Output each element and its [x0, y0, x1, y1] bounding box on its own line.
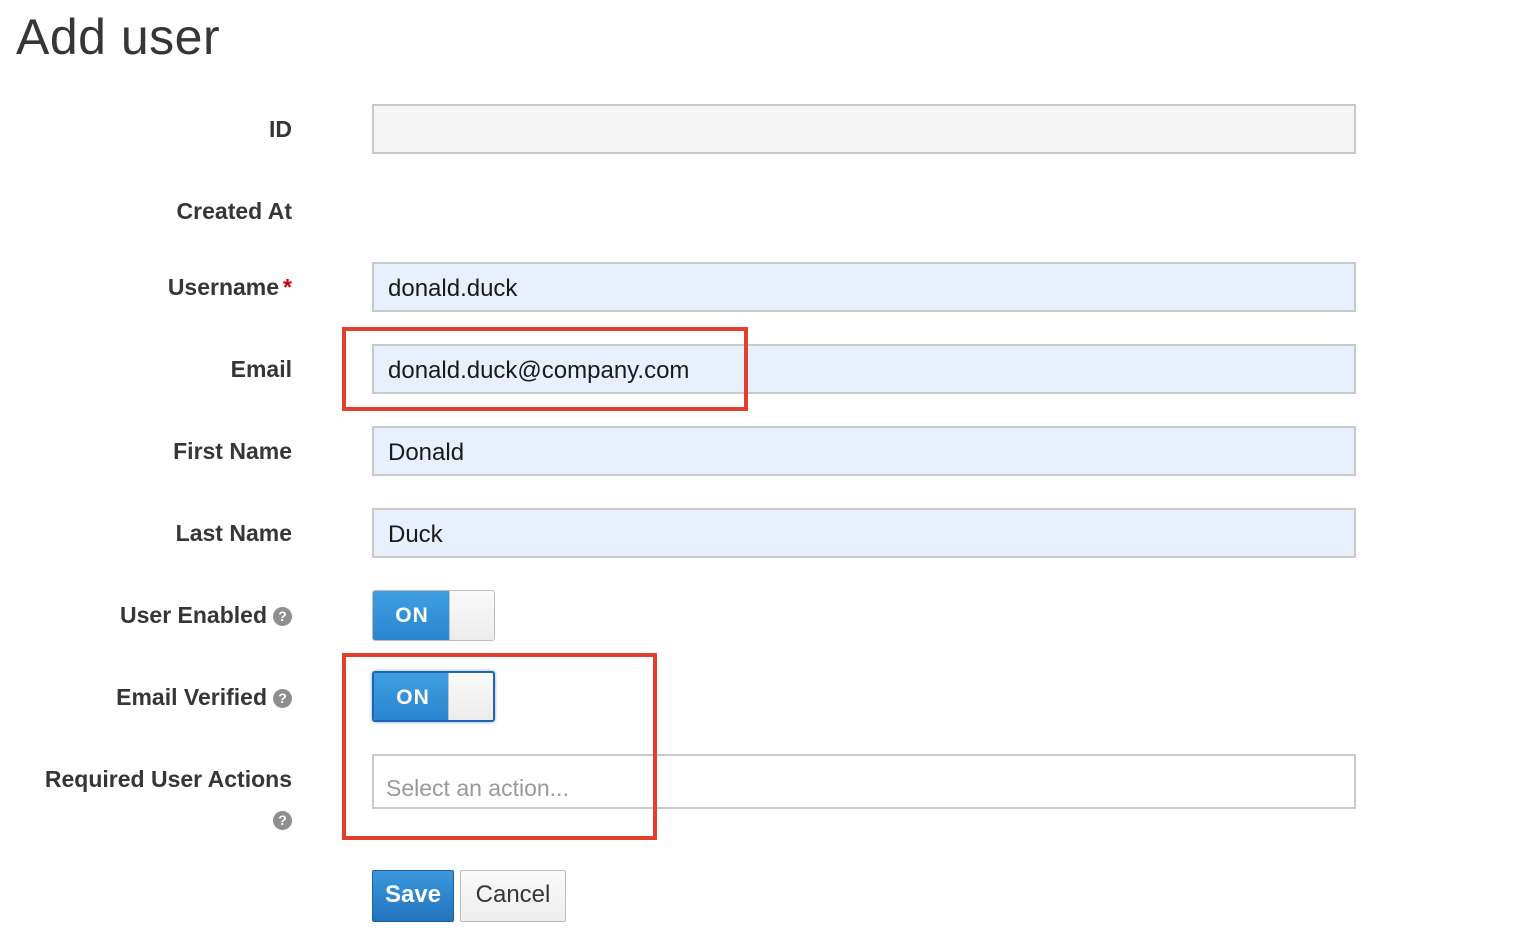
user-enabled-label-text: User Enabled — [120, 602, 267, 628]
first-name-input[interactable]: Donald — [372, 426, 1356, 476]
id-field — [372, 104, 1356, 154]
required-actions-label: Required User Actions — [44, 766, 292, 792]
verified-actions-highlight-box — [342, 653, 657, 840]
email-highlight-box — [342, 327, 748, 411]
created-at-label: Created At — [176, 198, 292, 224]
page-title: Add user — [16, 9, 221, 65]
toggle-knob — [449, 591, 494, 640]
add-user-page: Add user ID Created At Username * donald.… — [0, 0, 1530, 948]
question-circle-icon[interactable]: ? — [273, 607, 292, 626]
required-asterisk: * — [283, 274, 292, 300]
username-input[interactable]: donald.duck — [372, 262, 1356, 312]
toggle-on-label: ON — [373, 591, 451, 640]
user-enabled-toggle[interactable]: ON — [372, 590, 495, 641]
cancel-button[interactable]: Cancel — [460, 870, 566, 922]
user-enabled-label: User Enabled? — [120, 602, 292, 629]
last-name-label: Last Name — [175, 520, 292, 546]
username-label: Username * — [168, 274, 292, 301]
username-label-text: Username — [167, 274, 280, 300]
question-circle-icon[interactable]: ? — [273, 689, 292, 708]
question-circle-icon[interactable]: ? — [273, 811, 292, 830]
id-label: ID — [269, 116, 292, 142]
email-verified-label-text: Email Verified — [116, 684, 267, 710]
save-button[interactable]: Save — [372, 870, 454, 922]
first-name-label: First Name — [173, 438, 292, 464]
email-verified-label: Email Verified? — [116, 684, 292, 711]
last-name-input[interactable]: Duck — [372, 508, 1356, 558]
email-label: Email — [230, 356, 292, 382]
required-actions-help: ? — [267, 806, 292, 833]
